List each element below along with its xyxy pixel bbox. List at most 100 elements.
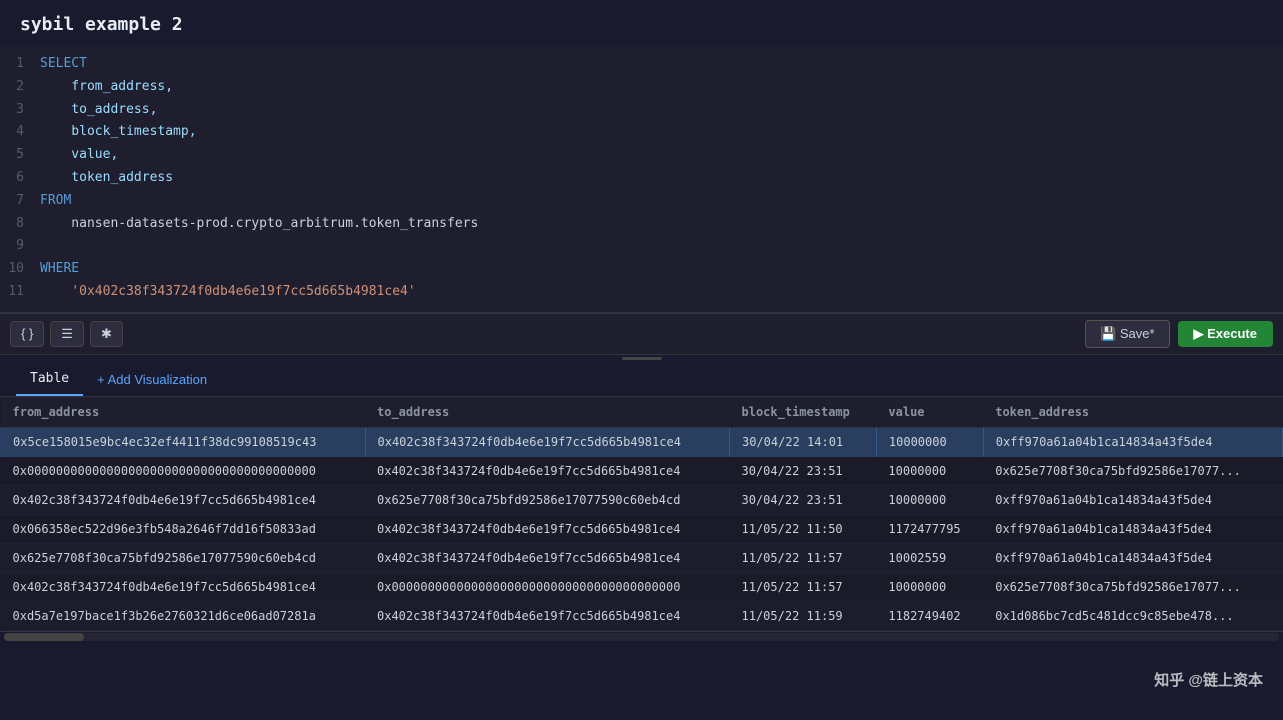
cell-from_address: 0x402c38f343724f0db4e6e19f7cc5d665b4981c…	[1, 485, 366, 514]
column-header-value: value	[876, 397, 983, 428]
cell-from_address: 0x00000000000000000000000000000000000000…	[1, 456, 366, 485]
code-line-5: 5 value,	[0, 144, 1283, 167]
table-row[interactable]: 0x00000000000000000000000000000000000000…	[1, 456, 1283, 485]
cell-from_address: 0xd5a7e197bace1f3b26e2760321d6ce06ad0728…	[1, 601, 366, 630]
cell-from_address: 0x402c38f343724f0db4e6e19f7cc5d665b4981c…	[1, 572, 366, 601]
table-row[interactable]: 0x5ce158015e9bc4ec32ef4411f38dc99108519c…	[1, 427, 1283, 456]
column-header-token-address: token_address	[983, 397, 1282, 428]
code-line-7: 7 FROM	[0, 190, 1283, 213]
column-header-block-timestamp: block_timestamp	[730, 397, 877, 428]
cell-block_timestamp: 30/04/22 14:01	[730, 427, 877, 456]
watermark: 知乎 @链上资本	[1154, 669, 1263, 690]
line-number: 11	[0, 282, 40, 303]
code-line-2: 2 from_address,	[0, 76, 1283, 99]
toolbar: { } ☰ ✱ 💾 Save* ▶ Execute	[0, 313, 1283, 355]
settings-button[interactable]: ✱	[90, 321, 123, 347]
save-button[interactable]: 💾 Save*	[1085, 320, 1170, 348]
cell-to_address: 0x00000000000000000000000000000000000000…	[365, 572, 730, 601]
line-number: 4	[0, 122, 40, 143]
cell-from_address: 0x5ce158015e9bc4ec32ef4411f38dc99108519c…	[1, 427, 366, 456]
cell-token_address: 0xff970a61a04b1ca14834a43f5de4	[983, 485, 1282, 514]
cell-block_timestamp: 30/04/22 23:51	[730, 485, 877, 514]
cell-to_address: 0x402c38f343724f0db4e6e19f7cc5d665b4981c…	[365, 427, 730, 456]
cell-to_address: 0x402c38f343724f0db4e6e19f7cc5d665b4981c…	[365, 514, 730, 543]
code-line-10: 10 WHERE	[0, 258, 1283, 281]
line-number: 1	[0, 54, 40, 75]
results-table: from_address to_address block_timestamp …	[0, 397, 1283, 631]
table-row[interactable]: 0x402c38f343724f0db4e6e19f7cc5d665b4981c…	[1, 572, 1283, 601]
code-content: FROM	[40, 191, 71, 212]
line-number: 2	[0, 77, 40, 98]
code-line-4: 4 block_timestamp,	[0, 121, 1283, 144]
line-number: 10	[0, 259, 40, 280]
cell-value: 1172477795	[876, 514, 983, 543]
table-row[interactable]: 0xd5a7e197bace1f3b26e2760321d6ce06ad0728…	[1, 601, 1283, 630]
cell-to_address: 0x402c38f343724f0db4e6e19f7cc5d665b4981c…	[365, 601, 730, 630]
tab-table[interactable]: Table	[16, 363, 83, 396]
format-json-button[interactable]: { }	[10, 321, 44, 347]
table-row[interactable]: 0x066358ec522d96e3fb548a2646f7dd16f50833…	[1, 514, 1283, 543]
code-content: token_address	[40, 168, 173, 189]
line-number: 3	[0, 100, 40, 121]
cell-to_address: 0x402c38f343724f0db4e6e19f7cc5d665b4981c…	[365, 456, 730, 485]
code-content: WHERE	[40, 259, 79, 280]
code-content: value,	[40, 145, 118, 166]
drag-handle[interactable]	[0, 355, 1283, 363]
code-content: SELECT	[40, 54, 87, 75]
cell-value: 10000000	[876, 572, 983, 601]
table-header-row: from_address to_address block_timestamp …	[1, 397, 1283, 428]
code-line-1: 1 SELECT	[0, 53, 1283, 76]
code-line-3: 3 to_address,	[0, 99, 1283, 122]
code-content: '0x402c38f343724f0db4e6e19f7cc5d665b4981…	[40, 282, 416, 303]
cell-value: 10000000	[876, 456, 983, 485]
code-editor[interactable]: 1 SELECT 2 from_address, 3 to_address, 4…	[0, 45, 1283, 313]
table-row[interactable]: 0x402c38f343724f0db4e6e19f7cc5d665b4981c…	[1, 485, 1283, 514]
format-table-button[interactable]: ☰	[50, 321, 84, 347]
line-number: 9	[0, 236, 40, 257]
line-number: 5	[0, 145, 40, 166]
cell-token_address: 0x1d086bc7cd5c481dcc9c85ebe478...	[983, 601, 1282, 630]
code-line-6: 6 token_address	[0, 167, 1283, 190]
drag-handle-bar	[622, 357, 662, 360]
line-number: 6	[0, 168, 40, 189]
cell-token_address: 0x625e7708f30ca75bfd92586e17077...	[983, 456, 1282, 485]
add-visualization-button[interactable]: + Add Visualization	[87, 364, 217, 395]
execute-button[interactable]: ▶ Execute	[1178, 321, 1273, 347]
cell-token_address: 0xff970a61a04b1ca14834a43f5de4	[983, 514, 1282, 543]
toolbar-left: { } ☰ ✱	[10, 321, 123, 347]
cell-block_timestamp: 11/05/22 11:50	[730, 514, 877, 543]
code-content: block_timestamp,	[40, 122, 197, 143]
table-container[interactable]: from_address to_address block_timestamp …	[0, 397, 1283, 631]
code-content: to_address,	[40, 100, 157, 121]
cell-value: 10002559	[876, 543, 983, 572]
column-header-to-address: to_address	[365, 397, 730, 428]
cell-from_address: 0x066358ec522d96e3fb548a2646f7dd16f50833…	[1, 514, 366, 543]
cell-value: 1182749402	[876, 601, 983, 630]
bottom-scrollbar[interactable]	[0, 631, 1283, 643]
line-number: 7	[0, 191, 40, 212]
cell-block_timestamp: 11/05/22 11:57	[730, 572, 877, 601]
cell-token_address: 0xff970a61a04b1ca14834a43f5de4	[983, 427, 1282, 456]
cell-token_address: 0xff970a61a04b1ca14834a43f5de4	[983, 543, 1282, 572]
cell-to_address: 0x625e7708f30ca75bfd92586e17077590c60eb4…	[365, 485, 730, 514]
scrollbar-track[interactable]	[4, 633, 1279, 641]
cell-to_address: 0x402c38f343724f0db4e6e19f7cc5d665b4981c…	[365, 543, 730, 572]
cell-value: 10000000	[876, 427, 983, 456]
cell-block_timestamp: 11/05/22 11:59	[730, 601, 877, 630]
code-content: nansen-datasets-prod.crypto_arbitrum.tok…	[40, 214, 478, 235]
table-row[interactable]: 0x625e7708f30ca75bfd92586e17077590c60eb4…	[1, 543, 1283, 572]
results-section: Table + Add Visualization from_address t…	[0, 363, 1283, 643]
cell-value: 10000000	[876, 485, 983, 514]
scrollbar-thumb[interactable]	[4, 633, 84, 641]
cell-block_timestamp: 30/04/22 23:51	[730, 456, 877, 485]
code-line-9: 9	[0, 235, 1283, 258]
code-content: from_address,	[40, 77, 173, 98]
page-title: sybil example 2	[0, 0, 1283, 45]
column-header-from-address: from_address	[1, 397, 366, 428]
code-line-8: 8 nansen-datasets-prod.crypto_arbitrum.t…	[0, 213, 1283, 236]
line-number: 8	[0, 214, 40, 235]
cell-token_address: 0x625e7708f30ca75bfd92586e17077...	[983, 572, 1282, 601]
toolbar-right: 💾 Save* ▶ Execute	[1085, 320, 1273, 348]
tabs-row: Table + Add Visualization	[0, 363, 1283, 397]
code-line-11: 11 '0x402c38f343724f0db4e6e19f7cc5d665b4…	[0, 281, 1283, 304]
